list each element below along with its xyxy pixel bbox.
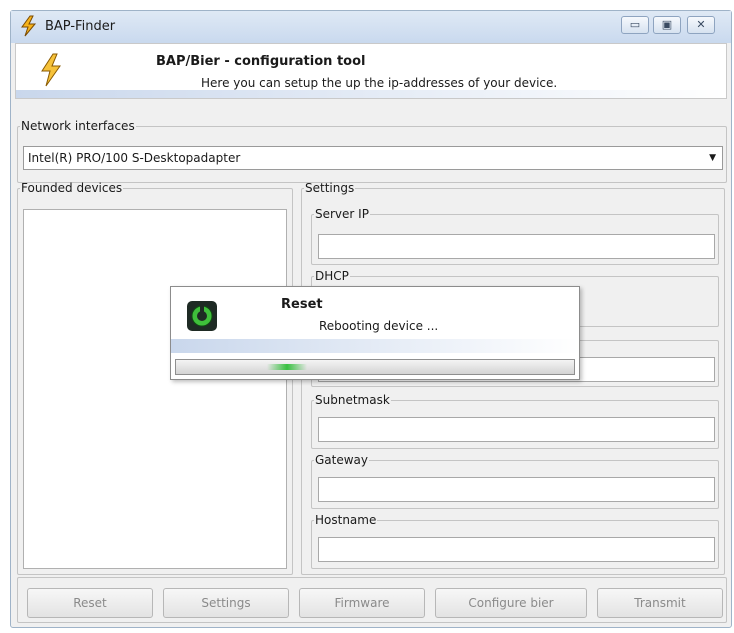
- server-ip-label: Server IP: [315, 207, 369, 221]
- subnetmask-label: Subnetmask: [315, 393, 390, 407]
- hostname-label: Hostname: [315, 513, 377, 527]
- network-interface-value: Intel(R) PRO/100 S-Desktopadapter: [28, 151, 241, 165]
- network-interfaces-label: Network interfaces: [21, 119, 135, 133]
- reset-progress-bar: [175, 359, 575, 375]
- dialog-message: Rebooting device ...: [319, 319, 439, 333]
- firmware-button[interactable]: Firmware: [299, 588, 425, 618]
- close-button[interactable]: ✕: [687, 16, 715, 34]
- dialog-title: Reset: [281, 297, 323, 312]
- header-stripe: [16, 90, 726, 98]
- gateway-label: Gateway: [315, 453, 369, 467]
- configure-bier-button[interactable]: Configure bier: [435, 588, 587, 618]
- header-title: BAP/Bier - configuration tool: [156, 54, 366, 69]
- reset-button[interactable]: Reset: [27, 588, 153, 618]
- window-title: BAP-Finder: [45, 19, 116, 34]
- header-panel: BAP/Bier - configuration tool Here you c…: [15, 43, 727, 99]
- title-bar[interactable]: BAP-Finder ▭ ▣ ✕: [11, 11, 731, 43]
- devices-list[interactable]: [23, 209, 287, 569]
- reset-power-icon: [187, 301, 217, 334]
- lightning-logo-icon: [38, 52, 64, 91]
- minimize-button[interactable]: ▭: [621, 16, 649, 34]
- settings-label: Settings: [305, 181, 355, 195]
- subnetmask-input[interactable]: [318, 417, 715, 442]
- header-subtitle: Here you can setup the up the ip-address…: [201, 76, 558, 90]
- transmit-button[interactable]: Transmit: [597, 588, 723, 618]
- hostname-input[interactable]: [318, 537, 715, 562]
- maximize-button[interactable]: ▣: [653, 16, 681, 34]
- gateway-input[interactable]: [318, 477, 715, 502]
- founded-devices-label: Founded devices: [21, 181, 123, 195]
- network-interface-select[interactable]: Intel(R) PRO/100 S-Desktopadapter ▼: [23, 146, 723, 170]
- server-ip-input[interactable]: [318, 234, 715, 259]
- dialog-band: [171, 339, 579, 353]
- dhcp-label: DHCP: [315, 269, 349, 283]
- settings-button[interactable]: Settings: [163, 588, 289, 618]
- progress-fill: [267, 364, 308, 370]
- chevron-down-icon[interactable]: ▼: [709, 147, 716, 169]
- lightning-icon: [19, 15, 39, 40]
- reset-dialog: Reset Rebooting device ...: [170, 286, 580, 380]
